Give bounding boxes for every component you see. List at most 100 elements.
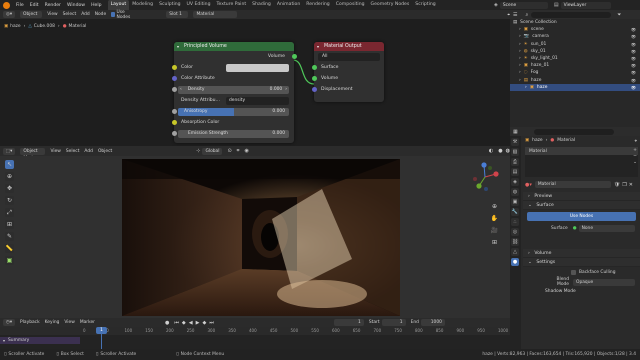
visibility-eye-icon[interactable]: 👁 <box>631 48 636 55</box>
editor-type-icon[interactable]: ◷▾ <box>3 319 16 326</box>
expand-icon[interactable]: › <box>519 69 521 76</box>
mode-select[interactable]: Object Mode <box>20 147 46 161</box>
anisotropy-field[interactable]: Anisotropy 0.000 <box>178 107 289 116</box>
density-field[interactable]: ‹ Density 0.000 › <box>178 85 289 94</box>
outliner-item[interactable]: › ☀ sun_01 👁 <box>510 41 640 48</box>
properties-editor-icon[interactable]: ▦ <box>513 129 518 135</box>
timeline-menu-marker[interactable]: Marker <box>80 320 95 325</box>
measure-tool-icon[interactable]: 📏 <box>5 244 14 253</box>
use-nodes-button[interactable]: Use Nodes <box>527 212 636 221</box>
color-swatch[interactable] <box>226 63 289 72</box>
outliner-item[interactable]: › ◌ Fog 👁 <box>510 69 640 76</box>
expand-icon[interactable]: › <box>519 77 521 84</box>
annotate-tool-icon[interactable]: ✎ <box>5 232 14 241</box>
outliner-item[interactable]: › ▣ haze 👁 <box>510 83 640 91</box>
particles-tab-icon[interactable]: ∴ <box>511 218 519 226</box>
backface-culling-checkbox[interactable] <box>571 269 576 275</box>
outliner-search-input[interactable] <box>531 11 612 18</box>
volume-input-socket[interactable] <box>311 76 317 81</box>
principled-volume-header[interactable]: ▾ Principled Volume <box>174 42 294 51</box>
zoom-icon[interactable]: ⊕ <box>490 202 499 211</box>
grid-icon[interactable]: ⊞ <box>490 238 499 247</box>
timeline-menu-playback[interactable]: Playback <box>20 320 40 325</box>
visibility-eye-icon[interactable]: 👁 <box>631 41 636 48</box>
axis-gizmo-icon[interactable] <box>470 162 500 192</box>
pin-icon[interactable]: ⌖ <box>635 138 637 144</box>
output-tab-icon[interactable]: ⎙ <box>511 158 519 166</box>
view-layer-field[interactable]: ViewLayer <box>560 1 611 9</box>
blend-mode-select[interactable]: Opaque <box>573 278 635 286</box>
filter-icon[interactable]: ⏷ <box>617 12 621 18</box>
visibility-eye-icon[interactable]: 👁 <box>631 77 636 84</box>
density-socket[interactable] <box>171 87 177 92</box>
output-target-select[interactable]: All <box>318 52 380 61</box>
visibility-eye-icon[interactable]: 👁 <box>631 62 636 69</box>
visibility-eye-icon[interactable]: 👁 <box>631 69 636 76</box>
snap-icon[interactable]: ⌗ <box>237 148 240 154</box>
collapse-icon[interactable]: ▾ <box>177 42 179 51</box>
settings-section[interactable]: ⌄ Settings <box>523 258 640 267</box>
outliner-item[interactable]: › ◍ sky_01 👁 <box>510 48 640 55</box>
current-frame-field[interactable]: 1 <box>333 319 364 326</box>
outliner-item[interactable]: › ▣ scene 👁 <box>510 26 640 33</box>
view-layer-tab-icon[interactable]: ▤ <box>511 168 519 176</box>
record-icon[interactable]: ● <box>165 320 169 326</box>
render-tab-icon[interactable]: ▧ <box>511 148 519 156</box>
anisotropy-socket[interactable] <box>171 109 177 114</box>
outliner-item[interactable]: › 📷 camera 👁 <box>510 33 640 40</box>
color-socket[interactable] <box>171 65 177 70</box>
material-slot-item[interactable]: Material <box>525 147 638 155</box>
search-icon[interactable]: ⌕ <box>525 12 528 18</box>
timeline-menu-view[interactable]: View <box>64 320 74 325</box>
pivot-icon[interactable]: ⊙ <box>227 148 231 154</box>
summary-track[interactable]: ▾ Summary <box>0 337 80 344</box>
properties-search-input[interactable] <box>533 128 614 135</box>
shading-solid-icon[interactable]: ● <box>498 148 502 154</box>
absorption-color-socket[interactable] <box>171 120 177 125</box>
outliner-item[interactable]: › ▤ haze 👁 <box>510 77 640 84</box>
emission-strength-socket[interactable] <box>171 131 177 136</box>
frame-ruler[interactable]: 0501001502002503003504004505005506006507… <box>0 327 510 335</box>
material-output-node[interactable]: ▾ Material Output All Surface Volume Dis… <box>311 42 384 102</box>
duplicate-icon[interactable]: ❐ <box>622 182 626 188</box>
start-frame-field[interactable]: 1 <box>381 319 406 326</box>
visibility-icon[interactable]: ◐ <box>489 148 493 154</box>
object-tab-icon[interactable]: ▣ <box>511 198 519 206</box>
outliner-editor-icon[interactable]: ☰ <box>513 12 517 18</box>
collapse-icon[interactable]: ▾ <box>3 338 5 343</box>
modifier-tab-icon[interactable]: 🔧 <box>511 208 519 216</box>
jump-start-icon[interactable]: ⏮ <box>174 320 179 326</box>
physics-tab-icon[interactable]: ◎ <box>511 228 519 236</box>
expand-icon[interactable]: › <box>519 41 521 48</box>
scene-collection-row[interactable]: ▤ Scene Collection <box>510 19 640 26</box>
select-tool-icon[interactable]: ↖ <box>5 160 14 169</box>
tool-tab-icon[interactable]: ⚒ <box>511 138 519 146</box>
outliner-item[interactable]: › ▣ haze_01 👁 <box>510 62 640 69</box>
increment-arrow-icon[interactable]: › <box>285 86 287 94</box>
play-icon[interactable]: ▶ <box>196 320 200 326</box>
proportional-edit-icon[interactable]: ◉ <box>245 148 249 154</box>
outliner-item[interactable]: › ☀ sky_light_01 👁 <box>510 55 640 62</box>
expand-icon[interactable]: › <box>519 26 521 33</box>
surface-section[interactable]: ⌄ Surface <box>523 201 640 210</box>
viewport-menu-add[interactable]: Add <box>84 149 93 154</box>
expand-icon[interactable]: › <box>519 33 521 40</box>
visibility-eye-icon[interactable]: 👁 <box>631 55 636 62</box>
timeline-menu-keying[interactable]: Keying <box>45 320 60 325</box>
move-tool-icon[interactable]: ✥ <box>5 184 14 193</box>
viewport-menu-select[interactable]: Select <box>66 149 80 154</box>
decrement-arrow-icon[interactable]: ‹ <box>180 86 182 94</box>
expand-icon[interactable]: › <box>519 55 521 62</box>
material-slot-list[interactable]: Material + − ⌄ <box>525 147 638 177</box>
pan-hand-icon[interactable]: ✋ <box>490 214 499 223</box>
material-tab-icon[interactable]: ● <box>511 258 519 266</box>
camera-view-icon[interactable]: 🎥 <box>490 226 499 235</box>
rotate-tool-icon[interactable]: ↻ <box>5 196 14 205</box>
transform-orientation-select[interactable]: Global <box>202 147 223 155</box>
material-name-field[interactable]: Material <box>534 181 611 188</box>
navigation-gizmo[interactable] <box>470 162 500 192</box>
data-tab-icon[interactable]: △ <box>511 248 519 256</box>
collapse-icon[interactable]: ▾ <box>317 42 319 51</box>
viewport-canvas[interactable]: ↖ ⊕ ✥ ↻ ⤢ ⊞ ✎ 📏 ▣ ⊕ ✋ 🎥 ⊞ <box>0 156 510 318</box>
add-cube-tool-icon[interactable]: ▣ <box>5 256 14 265</box>
